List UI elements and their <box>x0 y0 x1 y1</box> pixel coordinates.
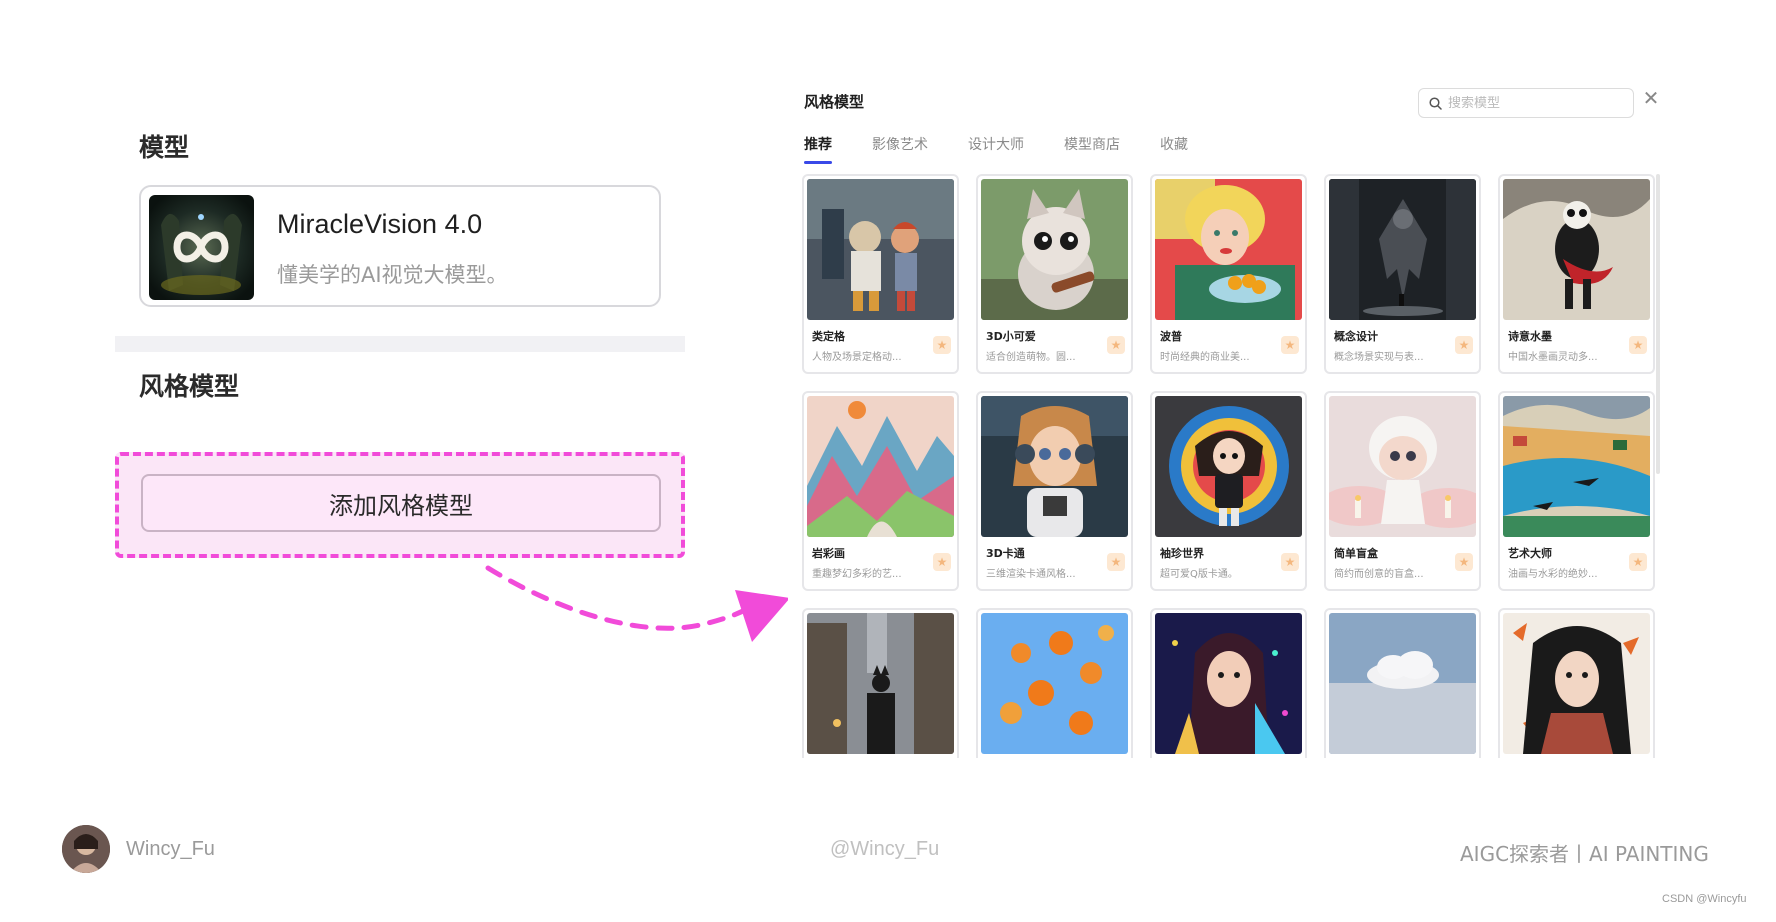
close-icon[interactable]: ✕ <box>1640 88 1662 110</box>
card-desc: 时尚经典的商业美... <box>1160 352 1250 363</box>
model-card-autumn-girl[interactable] <box>1498 608 1655 758</box>
model-card-flowers[interactable] <box>976 608 1133 758</box>
dashed-arrow-icon <box>485 565 790 642</box>
dialog-title: 风格模型 <box>804 93 865 111</box>
avatar <box>62 825 110 873</box>
model-card-city-rain[interactable] <box>802 608 959 758</box>
add-style-model-button[interactable]: 添加风格模型 <box>141 474 661 532</box>
card-name: 波普 <box>1160 330 1182 343</box>
thumbnail-blind-box <box>1329 396 1476 537</box>
card-desc: 中国水墨画灵动多... <box>1508 352 1598 363</box>
tab-image-art[interactable]: 影像艺术 <box>872 134 928 164</box>
card-name: 3D小可爱 <box>986 330 1036 343</box>
model-card-neon-girl[interactable] <box>1150 608 1307 758</box>
thumbnail-3d-cartoon <box>981 396 1128 537</box>
model-description: 懂美学的AI视觉大模型。 <box>277 263 508 287</box>
model-settings-panel: 模型 MiracleVision 4.0 懂美学的AI视觉大模型。 风格模型 添… <box>115 100 685 570</box>
search-box[interactable] <box>1418 88 1634 118</box>
model-card-pop[interactable]: 波普 时尚经典的商业美... ★ <box>1150 174 1307 374</box>
thumbnail-rock-color <box>807 396 954 537</box>
search-input[interactable] <box>1448 95 1618 111</box>
add-style-highlight: 添加风格模型 <box>115 452 685 558</box>
thumbnail-ink-wash <box>1503 179 1650 320</box>
card-name: 袖珍世界 <box>1160 547 1204 560</box>
model-card-3d-cartoon[interactable]: 3D卡通 三维渲染卡通风格... ★ <box>976 391 1133 591</box>
style-model-dialog: 风格模型 ✕ 推荐 影像艺术 设计大师 模型商店 收藏 类定格 人物及场景定格动… <box>788 78 1670 758</box>
favorite-star-icon[interactable]: ★ <box>1107 336 1125 354</box>
section-divider <box>115 336 685 352</box>
card-desc: 重趣梦幻多彩的艺... <box>812 569 902 580</box>
favorite-star-icon[interactable]: ★ <box>933 336 951 354</box>
thumbnail-city-rain <box>807 613 954 754</box>
tab-design-master[interactable]: 设计大师 <box>968 134 1024 164</box>
thumbnail-art-master <box>1503 396 1650 537</box>
card-desc: 超可爱Q版卡通。 <box>1160 569 1238 580</box>
tab-favorites[interactable]: 收藏 <box>1160 134 1188 164</box>
card-name: 简单盲盒 <box>1334 547 1378 560</box>
model-card-cloud[interactable] <box>1324 608 1481 758</box>
card-name: 艺术大师 <box>1508 547 1552 560</box>
card-name: 诗意水墨 <box>1508 330 1552 343</box>
model-section-title: 模型 <box>139 133 190 162</box>
card-desc: 概念场景实现与表... <box>1334 352 1424 363</box>
model-card-blind-box[interactable]: 简单盲盒 简约而创意的盲盒... ★ <box>1324 391 1481 591</box>
thumbnail-flowers <box>981 613 1128 754</box>
footer-brand: AIGC探索者丨AI PAINTING <box>1460 842 1709 866</box>
favorite-star-icon[interactable]: ★ <box>1107 553 1125 571</box>
card-name: 概念设计 <box>1334 330 1378 343</box>
favorite-star-icon[interactable]: ★ <box>933 553 951 571</box>
thumbnail-cloud <box>1329 613 1476 754</box>
model-card-3d-cute[interactable]: 3D小可爱 适合创造萌物。圆... ★ <box>976 174 1133 374</box>
footer-username: Wincy_Fu <box>126 838 215 860</box>
card-desc: 三维渲染卡通风格... <box>986 569 1076 580</box>
favorite-star-icon[interactable]: ★ <box>1629 336 1647 354</box>
model-card-concept[interactable]: 概念设计 概念场景实现与表... ★ <box>1324 174 1481 374</box>
thumbnail-autumn-girl <box>1503 613 1650 754</box>
favorite-star-icon[interactable]: ★ <box>1455 553 1473 571</box>
thumbnail-pocket-world <box>1155 396 1302 537</box>
model-card-rock-color[interactable]: 岩彩画 重趣梦幻多彩的艺... ★ <box>802 391 959 591</box>
style-section-title: 风格模型 <box>139 372 240 401</box>
card-name: 3D卡通 <box>986 547 1025 560</box>
card-desc: 油画与水彩的绝妙... <box>1508 569 1598 580</box>
model-card[interactable]: MiracleVision 4.0 懂美学的AI视觉大模型。 <box>139 185 661 307</box>
favorite-star-icon[interactable]: ★ <box>1281 553 1299 571</box>
watermark: CSDN @Wincyfu <box>1662 893 1747 905</box>
favorite-star-icon[interactable]: ★ <box>1281 336 1299 354</box>
card-name: 类定格 <box>812 330 845 343</box>
category-tabs: 推荐 影像艺术 设计大师 模型商店 收藏 <box>804 134 1228 164</box>
tab-recommended[interactable]: 推荐 <box>804 134 832 164</box>
favorite-star-icon[interactable]: ★ <box>1455 336 1473 354</box>
scrollbar[interactable] <box>1656 174 1660 474</box>
thumbnail-concept <box>1329 179 1476 320</box>
thumbnail-3d-cute <box>981 179 1128 320</box>
model-card-art-master[interactable]: 艺术大师 油画与水彩的绝妙... ★ <box>1498 391 1655 591</box>
model-grid: 类定格 人物及场景定格动... ★ 3D小可爱 适合创造萌物。圆... ★ 波普… <box>802 174 1657 758</box>
thumbnail-stop-motion <box>807 179 954 320</box>
favorite-star-icon[interactable]: ★ <box>1629 553 1647 571</box>
card-desc: 人物及场景定格动... <box>812 352 902 363</box>
footer-handle: @Wincy_Fu <box>830 838 940 860</box>
model-name: MiracleVision 4.0 <box>277 209 483 239</box>
model-card-ink-wash[interactable]: 诗意水墨 中国水墨画灵动多... ★ <box>1498 174 1655 374</box>
thumbnail-pop <box>1155 179 1302 320</box>
card-desc: 简约而创意的盲盒... <box>1334 569 1424 580</box>
tab-model-store[interactable]: 模型商店 <box>1064 134 1120 164</box>
model-card-pocket-world[interactable]: 袖珍世界 超可爱Q版卡通。 ★ <box>1150 391 1307 591</box>
card-desc: 适合创造萌物。圆... <box>986 352 1076 363</box>
thumbnail-neon-girl <box>1155 613 1302 754</box>
model-card-stop-motion[interactable]: 类定格 人物及场景定格动... ★ <box>802 174 959 374</box>
search-icon <box>1429 96 1442 110</box>
model-logo-thumbnail <box>149 195 254 300</box>
card-name: 岩彩画 <box>812 547 845 560</box>
